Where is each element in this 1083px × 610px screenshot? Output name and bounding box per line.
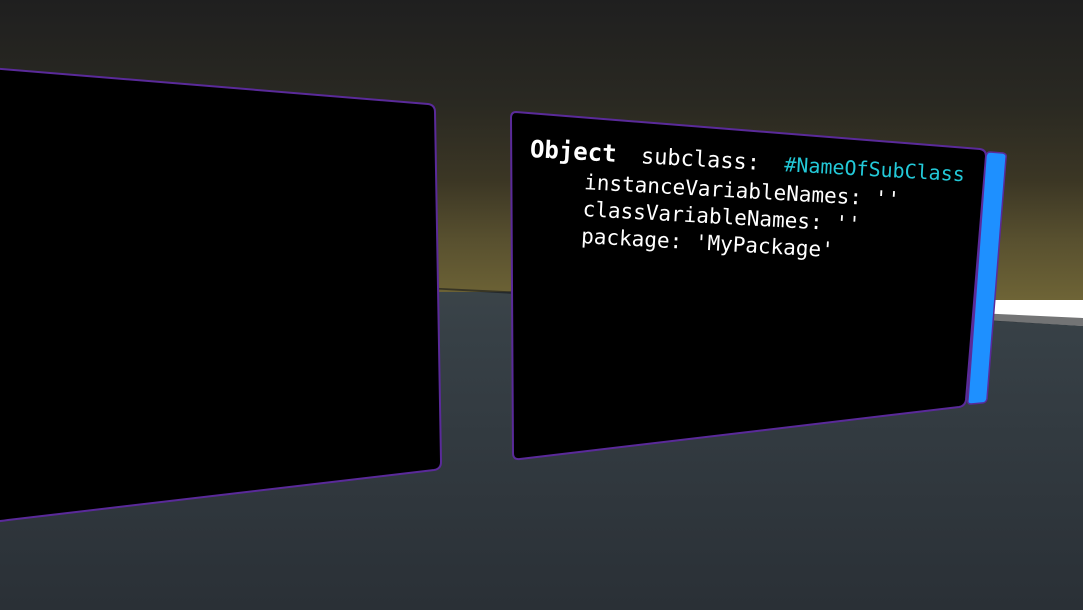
left-empty-panel[interactable]: [0, 67, 443, 523]
keyword-object: Object: [529, 135, 617, 168]
scene-panels: Object subclass: #NameOfSubClass instanc…: [0, 67, 1007, 523]
